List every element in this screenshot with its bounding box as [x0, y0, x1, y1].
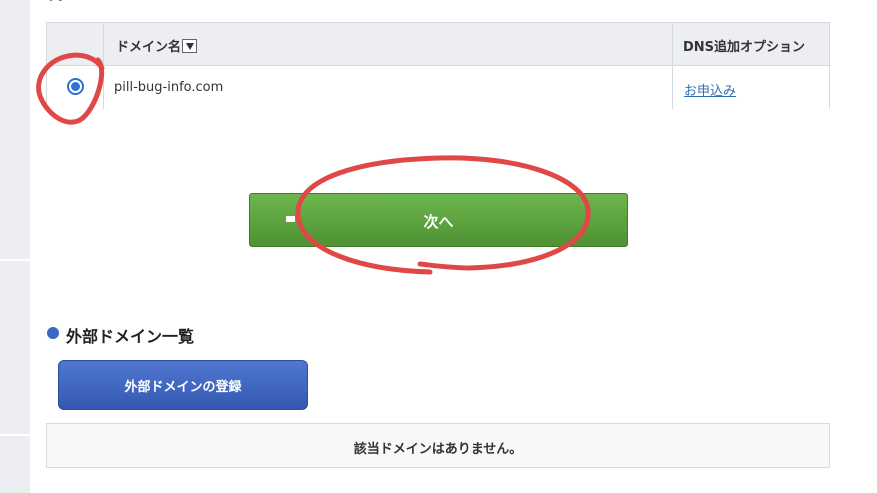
register-external-domain-button[interactable]: 外部ドメインの登録: [58, 360, 308, 410]
register-button-label: 外部ドメインの登録: [124, 380, 242, 395]
domain-name: pill-bug-info.com: [114, 80, 224, 95]
dns-apply-link[interactable]: お申込み: [684, 80, 736, 99]
header-dns-label: DNS追加オプション: [683, 40, 806, 55]
row-domain-cell: pill-bug-info.com: [104, 66, 673, 109]
header-domain-label: ドメイン名: [116, 36, 198, 55]
domain-table: ドメイン名 DNS追加オプション pill-bug-info.com お申込み: [46, 22, 830, 109]
bullet-icon: [47, 327, 59, 339]
sort-down-icon[interactable]: [182, 39, 198, 53]
left-side-strip: [0, 0, 30, 493]
table-row: pill-bug-info.com お申込み: [47, 66, 829, 109]
row-dns-cell: お申込み: [673, 66, 829, 109]
external-domain-empty-box: 該当ドメインはありません。: [46, 423, 830, 468]
header-domain-text: ドメイン名: [116, 40, 182, 55]
row-select-cell: [47, 66, 104, 109]
next-button-label: 次へ: [423, 213, 454, 231]
next-button[interactable]: 次へ: [249, 193, 628, 247]
header-select-cell: [47, 23, 104, 65]
radio-selected-dot: [71, 82, 80, 91]
domain-radio-button[interactable]: [67, 78, 84, 95]
table-header-row: ドメイン名 DNS追加オプション: [47, 23, 829, 66]
empty-message: 該当ドメインはありません。: [353, 442, 523, 457]
external-domain-section-title: 外部ドメイン一覧: [66, 327, 195, 346]
header-domain-cell[interactable]: ドメイン名: [104, 23, 673, 65]
header-dns-cell: DNS追加オプション: [673, 23, 829, 65]
strip-divider: [0, 259, 30, 261]
cutoff-text: す。: [46, 0, 71, 4]
strip-divider: [0, 434, 30, 436]
